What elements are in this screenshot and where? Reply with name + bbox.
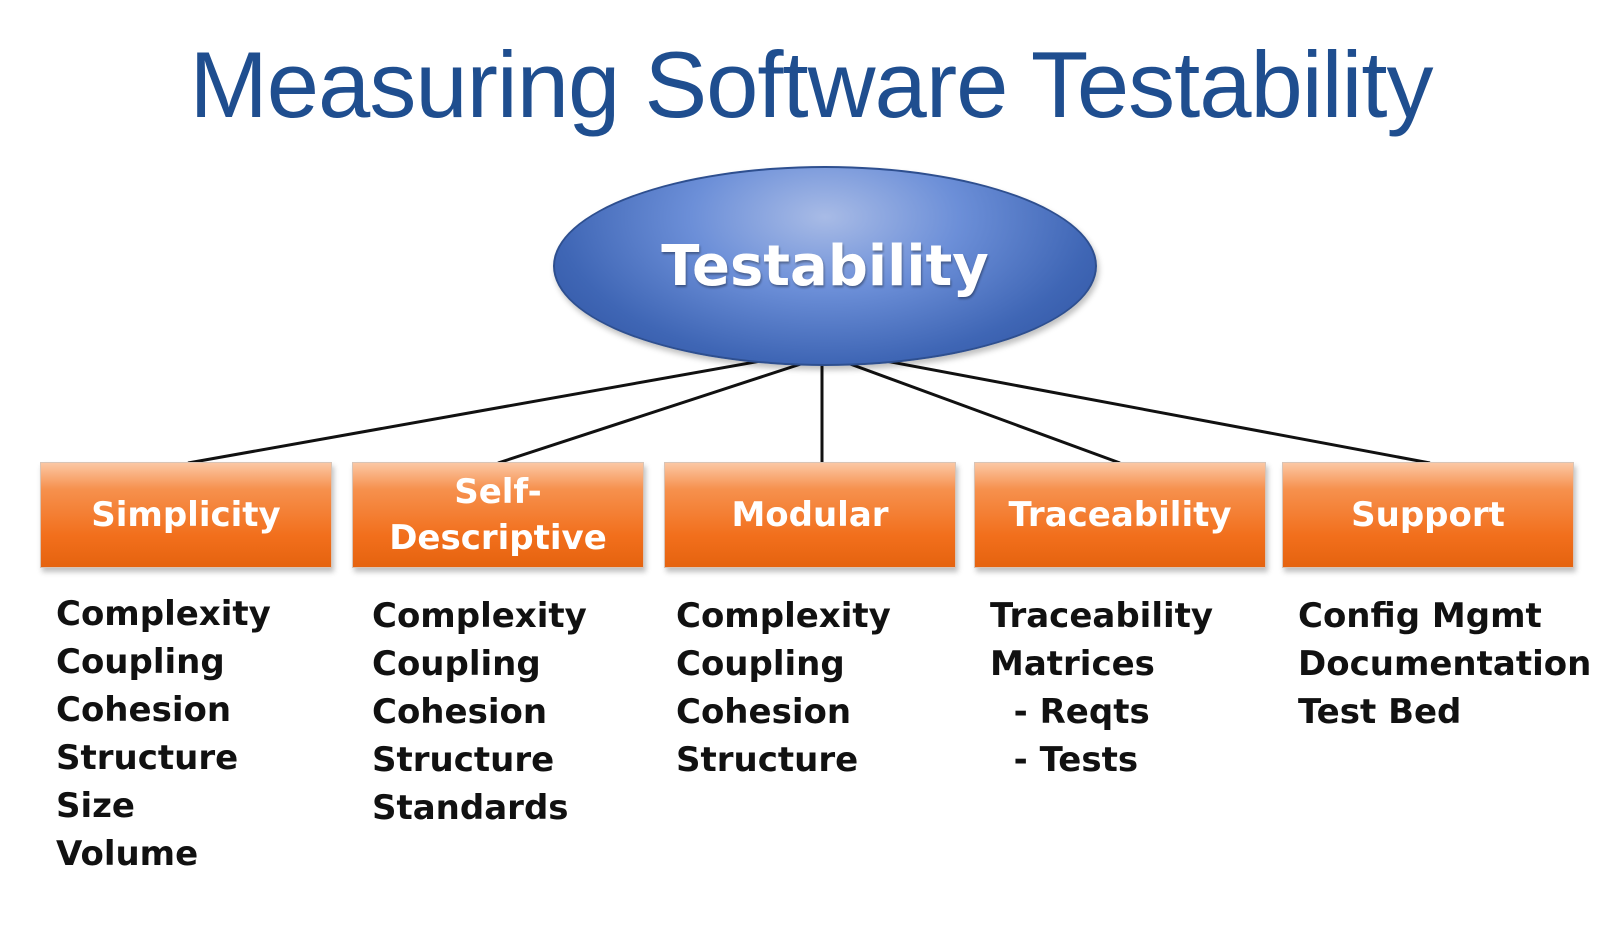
testability-node: Testability bbox=[553, 166, 1097, 366]
simplicity-node: Simplicity bbox=[40, 462, 332, 568]
list-item: Coupling bbox=[372, 644, 541, 684]
simplicity-label: Simplicity bbox=[91, 495, 281, 535]
list-item: Cohesion bbox=[676, 692, 852, 732]
support-metrics-list: Config Mgmt Documentation Test Bed bbox=[1298, 592, 1591, 736]
self-descriptive-node: Self- Descriptive bbox=[352, 462, 644, 568]
modular-label: Modular bbox=[731, 495, 889, 535]
list-item: Cohesion bbox=[56, 690, 232, 730]
connector-self-descriptive bbox=[497, 359, 811, 465]
list-item: - Tests bbox=[990, 740, 1139, 780]
list-item: Complexity bbox=[372, 596, 587, 636]
list-item: Test Bed bbox=[1298, 692, 1462, 732]
modular-metrics-list: Complexity Coupling Cohesion Structure bbox=[676, 592, 891, 784]
connector-simplicity bbox=[187, 357, 773, 465]
list-item: - Reqts bbox=[990, 692, 1150, 732]
list-item: Structure bbox=[372, 740, 555, 780]
list-item: Cohesion bbox=[372, 692, 548, 732]
list-item: Size bbox=[56, 786, 135, 826]
list-item: Matrices bbox=[990, 644, 1155, 684]
list-item: Coupling bbox=[676, 644, 845, 684]
support-label: Support bbox=[1351, 495, 1505, 535]
list-item: Config Mgmt bbox=[1298, 596, 1542, 636]
simplicity-metrics-list: Complexity Coupling Cohesion Structure S… bbox=[56, 590, 271, 878]
connector-traceability bbox=[841, 359, 1121, 465]
list-item: Structure bbox=[676, 740, 859, 780]
list-item: Traceability bbox=[990, 596, 1214, 636]
list-item: Volume bbox=[56, 834, 199, 874]
list-item: Complexity bbox=[676, 596, 891, 636]
traceability-label: Traceability bbox=[1008, 495, 1232, 535]
connector-support bbox=[874, 357, 1431, 465]
self-descriptive-metrics-list: Complexity Coupling Cohesion Structure S… bbox=[372, 592, 587, 832]
list-item: Structure bbox=[56, 738, 239, 778]
traceability-node: Traceability bbox=[974, 462, 1266, 568]
support-node: Support bbox=[1282, 462, 1574, 568]
traceability-metrics-list: Traceability Matrices - Reqts - Tests bbox=[990, 592, 1213, 784]
list-item: Standards bbox=[372, 788, 569, 828]
self-descriptive-label: Self- Descriptive bbox=[389, 472, 607, 558]
list-item: Coupling bbox=[56, 642, 225, 682]
modular-node: Modular bbox=[664, 462, 956, 568]
list-item: Documentation bbox=[1298, 644, 1592, 684]
list-item: Complexity bbox=[56, 594, 271, 634]
